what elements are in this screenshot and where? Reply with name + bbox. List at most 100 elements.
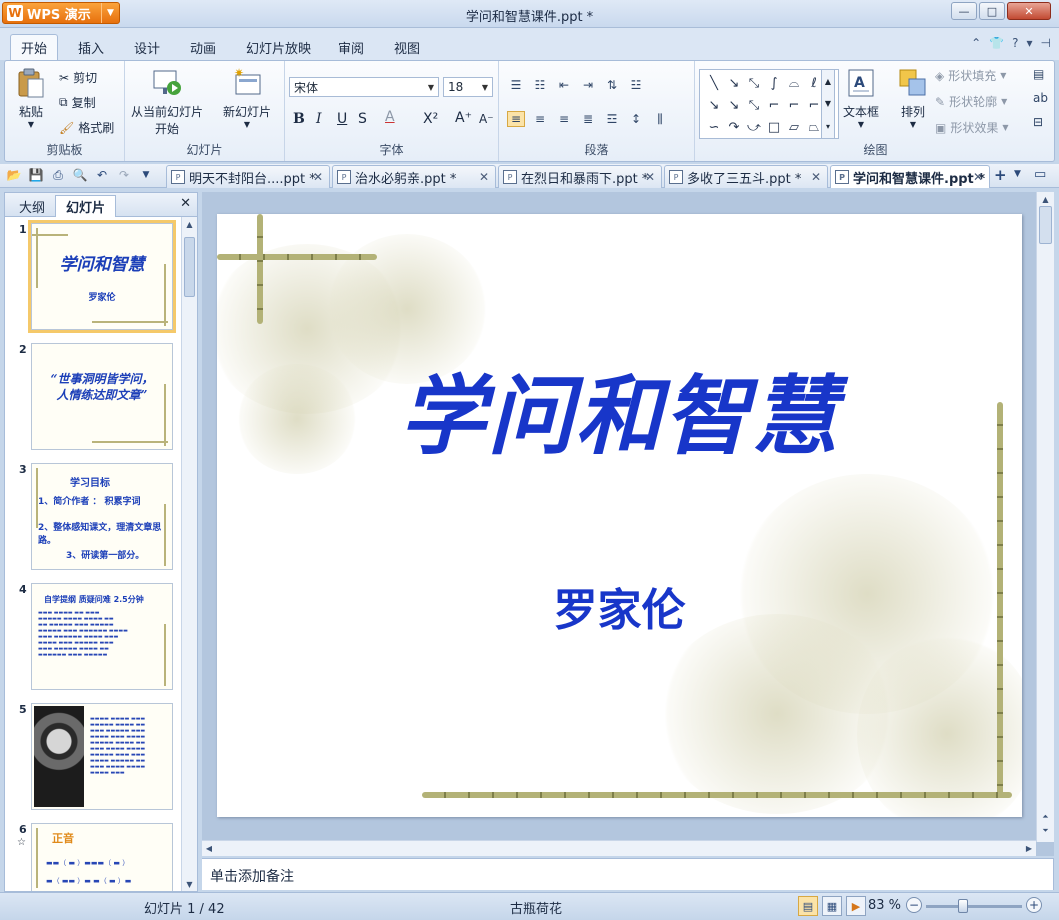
font-size-select[interactable]: 18 ▼ [443, 77, 493, 97]
shapes-gallery-scroll[interactable]: ▲ ▼ ▾ [821, 69, 835, 139]
normal-view-icon[interactable]: ▤ [798, 896, 818, 916]
scroll-down-icon[interactable]: ▼ [182, 877, 197, 891]
justify-icon[interactable]: ≣ [579, 111, 597, 127]
chevron-down-icon[interactable]: ▼ [424, 78, 438, 96]
align-center-icon[interactable]: ≡ [531, 111, 549, 127]
scroll-left-icon[interactable]: ◀ [202, 841, 216, 856]
slide-thumbnail[interactable]: ▬▬▬▬ ▬▬▬▬ ▬▬▬ ▬▬▬▬▬ ▬▬▬▬ ▬▬ ▬▬▬ ▬▬▬▬▬ ▬▬▬ ▬… [31, 703, 173, 810]
scrollbar-thumb[interactable] [1039, 206, 1052, 244]
close-icon[interactable]: ✕ [645, 170, 655, 184]
font-name-select[interactable]: 宋体 ▼ [289, 77, 439, 97]
slide-thumbnail[interactable]: 学习目标 1、简介作者 ： 积累字词 2、整体感知课文，理清文章思路。 3、研读… [31, 463, 173, 570]
shape-outline-button[interactable]: ✎ 形状轮廓 ▼ [935, 93, 1007, 110]
textbox-dropdown-icon[interactable]: ▼ [858, 120, 864, 129]
line-spacing-icon[interactable]: ↕ [627, 111, 645, 127]
paste-button[interactable]: 粘贴 ▼ [15, 67, 47, 129]
expand-icon[interactable]: ▾ [826, 122, 830, 131]
slide-title[interactable]: 学问和智慧 [217, 346, 1022, 471]
save-icon[interactable]: 💾 [28, 167, 44, 183]
thumbnail-scrollbar[interactable]: ▲ ▼ [181, 217, 197, 891]
italic-button[interactable]: I [316, 111, 322, 127]
slide-thumbnail[interactable]: 学问和智慧 罗家伦 [28, 220, 176, 333]
text-style-icon[interactable]: ab [1033, 91, 1048, 105]
strikethrough-button[interactable]: S [358, 111, 367, 127]
underline-button[interactable]: U [337, 111, 347, 127]
connector-icon[interactable]: ⌐ [764, 94, 784, 116]
chevron-up-icon[interactable]: ▲ [825, 77, 831, 86]
chevron-down-icon[interactable]: ▼ [1001, 97, 1007, 106]
doc-tab-3[interactable]: P 在烈日和暴雨下.ppt * ✕ [498, 165, 662, 188]
tab-home[interactable]: 开始 [10, 34, 59, 60]
align-left-icon[interactable]: ≡ [507, 111, 525, 127]
line-shape-icon[interactable]: ╲ [704, 72, 724, 94]
skin-icon[interactable]: 👕 [989, 36, 1004, 50]
close-icon[interactable]: ✕ [973, 170, 983, 184]
window-switch-icon[interactable]: ▭ [1034, 167, 1046, 182]
print-preview-icon[interactable]: 🔍 [72, 167, 88, 183]
slide-thumbnail[interactable]: 正音 ▬▬（ ▬ ）▬▬▬（ ▬ ） ▬（ ▬▬ ）▬ ▬（ ▬ ）▬ [31, 823, 173, 891]
close-icon[interactable]: ✕ [811, 170, 821, 184]
font-color-button[interactable]: A [385, 109, 395, 125]
freeform-shape-icon[interactable]: ⌓ [784, 72, 804, 94]
current-slide[interactable]: 学问和智慧 罗家伦 [217, 214, 1022, 817]
slide-vertical-scrollbar[interactable]: ▲ ⏶ ⏷ [1036, 192, 1054, 842]
decrease-indent-icon[interactable]: ⇤ [555, 77, 573, 93]
align-right-icon[interactable]: ≡ [555, 111, 573, 127]
doc-tab-1[interactable]: P 明天不封阳台....ppt * ✕ [166, 165, 330, 188]
elbow-connector-icon[interactable]: ↘ [704, 94, 724, 116]
slide-horizontal-scrollbar[interactable]: ◀ ▶ [202, 840, 1036, 856]
slide-sorter-icon[interactable]: ▦ [822, 896, 842, 916]
arrange-button[interactable]: 排列 ▼ [897, 67, 929, 129]
play-from-current-button[interactable]: 从当前幻灯片 开始 [131, 67, 203, 137]
chevron-down-icon[interactable]: ▼ [478, 78, 492, 96]
doc-tab-5[interactable]: P 学问和智慧课件.ppt * ✕ [830, 165, 990, 188]
curved-connector-icon[interactable]: ∽ [704, 116, 724, 138]
tab-outline[interactable]: 大纲 [9, 195, 55, 217]
help-icon[interactable]: ? [1012, 36, 1018, 50]
new-tab-icon[interactable]: + [994, 166, 1007, 184]
slide-thumbnail[interactable]: 自学提纲 质疑问难 2.5分钟 ▬▬▬ ▬▬▬▬ ▬▬ ▬▬▬ ▬▬▬▬▬ ▬▬▬… [31, 583, 173, 690]
elbow-arrow-icon[interactable]: ↘ [724, 94, 744, 116]
open-folder-icon[interactable]: 📂 [6, 167, 22, 183]
numbering-icon[interactable]: ☷ [531, 77, 549, 93]
zoom-slider[interactable] [926, 905, 1022, 908]
print-icon[interactable]: ⎙ [50, 167, 66, 183]
elbow-double-arrow-icon[interactable]: ⤡ [744, 94, 764, 116]
ribbon-options-icon[interactable]: ▾ [1027, 36, 1033, 50]
align-objects-icon[interactable]: ⊟ [1033, 115, 1048, 129]
pin-icon[interactable]: ⊣ [1041, 36, 1051, 50]
connector-arrow-icon[interactable]: ⌐ [784, 94, 804, 116]
tab-list-icon[interactable]: ▼ [1014, 169, 1021, 179]
scrollbar-thumb[interactable] [184, 237, 195, 297]
close-icon[interactable]: ✕ [479, 170, 489, 184]
copy-button[interactable]: ⧉ 复制 [59, 94, 96, 111]
shapes-gallery[interactable]: ╲ ↘ ⤡ ∫ ⌓ ℓ ↘ ↘ ⤡ ⌐ ⌐ ⌐ ∽ ↷ ⤻ □ ▱ ⏢ [699, 69, 839, 139]
curved-double-arrow-icon[interactable]: ⤻ [744, 116, 764, 138]
scroll-right-icon[interactable]: ▶ [1022, 841, 1036, 856]
curve-shape-icon[interactable]: ∫ [764, 72, 784, 94]
shape-effect-button[interactable]: ▣ 形状效果 ▼ [935, 119, 1009, 136]
close-button[interactable]: ✕ [1007, 2, 1051, 20]
new-slide-dropdown-icon[interactable]: ▼ [244, 120, 250, 129]
arrange-dropdown-icon[interactable]: ▼ [910, 120, 916, 129]
close-icon[interactable]: ✕ [180, 196, 191, 211]
tab-review[interactable]: 审阅 [328, 34, 374, 60]
text-direction-icon[interactable]: ⇅ [603, 77, 621, 93]
chevron-down-icon[interactable]: ▼ [825, 99, 831, 108]
tab-design[interactable]: 设计 [124, 34, 170, 60]
doc-tab-2[interactable]: P 治水必躬亲.ppt * ✕ [332, 165, 496, 188]
shrink-font-button[interactable]: A⁻ [479, 112, 494, 126]
tab-animation[interactable]: 动画 [180, 34, 226, 60]
select-pane-icon[interactable]: ▤ [1033, 67, 1048, 81]
grow-font-button[interactable]: A⁺ [455, 110, 472, 126]
double-arrow-shape-icon[interactable]: ⤡ [744, 72, 764, 94]
tab-slideshow[interactable]: 幻灯片放映 [236, 34, 321, 60]
scroll-up-icon[interactable]: ▲ [1037, 192, 1054, 206]
curved-arrow-icon[interactable]: ↷ [724, 116, 744, 138]
redo-icon[interactable]: ↷ [116, 167, 132, 183]
slide-subtitle[interactable]: 罗家伦 [217, 574, 1022, 638]
bullets-icon[interactable]: ☰ [507, 77, 525, 93]
cut-button[interactable]: ✂ 剪切 [59, 69, 97, 86]
scroll-up-icon[interactable]: ▲ [182, 217, 197, 231]
notes-pane[interactable]: 单击添加备注 [202, 858, 1054, 890]
